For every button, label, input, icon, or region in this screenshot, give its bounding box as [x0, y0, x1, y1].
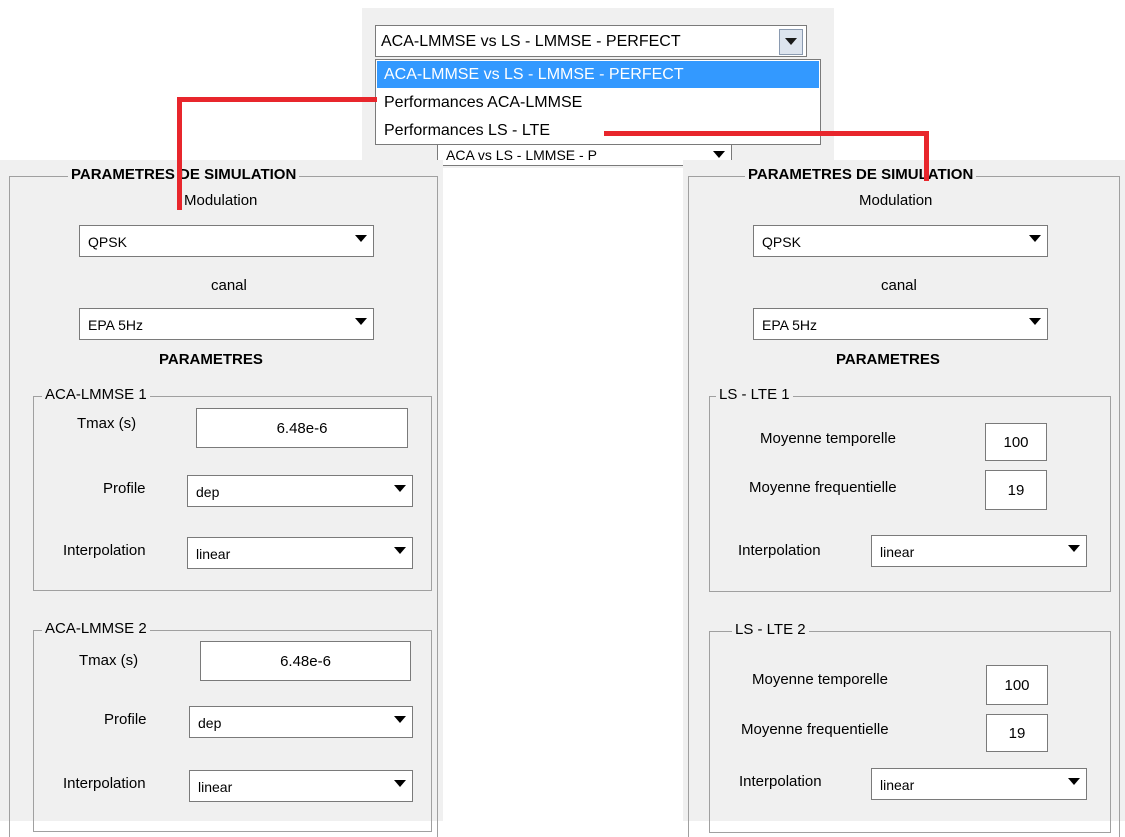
- aca-lmmse-2-title: ACA-LMMSE 2: [42, 620, 150, 637]
- ls-lte-1-title: LS - LTE 1: [716, 386, 793, 403]
- chevron-down-icon: [394, 716, 406, 723]
- chevron-down-icon: [785, 38, 797, 45]
- tmax-input[interactable]: 6.48e-6: [196, 408, 408, 448]
- canal-value: EPA 5Hz: [762, 317, 817, 333]
- chevron-down-icon: [355, 235, 367, 242]
- modulation-label: Modulation: [859, 192, 933, 209]
- dropdown-option[interactable]: Performances ACA-LMMSE: [377, 89, 819, 116]
- moyenne-frequentielle-input[interactable]: 19: [985, 470, 1047, 510]
- interpolation-label: Interpolation: [63, 775, 146, 792]
- left-panel-title: PARAMETRES DE SIMULATION: [68, 166, 300, 183]
- profile-select[interactable]: dep: [187, 475, 413, 507]
- modulation-select[interactable]: QPSK: [753, 225, 1048, 257]
- moyenne-temporelle-label: Moyenne temporelle: [752, 671, 888, 688]
- canal-label: canal: [211, 277, 247, 294]
- interpolation-label: Interpolation: [738, 542, 821, 559]
- dropdown-option[interactable]: ACA-LMMSE vs LS - LMMSE - PERFECT: [377, 61, 819, 88]
- chevron-down-icon: [394, 547, 406, 554]
- modulation-value: QPSK: [762, 234, 801, 250]
- profile-value: dep: [198, 715, 222, 731]
- interpolation-label: Interpolation: [739, 773, 822, 790]
- moyenne-frequentielle-label: Moyenne frequentielle: [749, 479, 897, 496]
- interpolation-select[interactable]: linear: [189, 770, 413, 802]
- chevron-down-icon: [713, 151, 725, 158]
- connector-line: [177, 97, 377, 102]
- ls-lte-2-title: LS - LTE 2: [732, 621, 809, 638]
- moyenne-frequentielle-label: Moyenne frequentielle: [741, 721, 889, 738]
- comparison-mode-value: ACA-LMMSE vs LS - LMMSE - PERFECT: [381, 33, 681, 50]
- chevron-down-icon: [394, 485, 406, 492]
- profile-label: Profile: [104, 711, 147, 728]
- connector-line: [604, 131, 929, 136]
- interpolation-select[interactable]: linear: [187, 537, 413, 569]
- tmax-value: 6.48e-6: [280, 653, 331, 670]
- right-panel-title: PARAMETRES DE SIMULATION: [745, 166, 977, 183]
- parametres-heading: PARAMETRES: [836, 351, 940, 368]
- chevron-down-icon: [1029, 235, 1041, 242]
- tmax-label: Tmax (s): [77, 415, 137, 432]
- interpolation-value: linear: [196, 546, 231, 562]
- tmax-input[interactable]: 6.48e-6: [200, 641, 411, 681]
- moyenne-temporelle-input[interactable]: 100: [986, 665, 1048, 705]
- profile-label: Profile: [103, 480, 146, 497]
- interpolation-label: Interpolation: [63, 542, 146, 559]
- aca-lmmse-1-title: ACA-LMMSE 1: [42, 386, 150, 403]
- interpolation-value: linear: [198, 779, 233, 795]
- moyenne-frequentielle-value: 19: [1008, 725, 1026, 742]
- dropdown-button[interactable]: [779, 29, 803, 55]
- moyenne-temporelle-value: 100: [1004, 677, 1030, 694]
- profile-value: dep: [196, 484, 220, 500]
- canal-select[interactable]: EPA 5Hz: [753, 308, 1048, 340]
- interpolation-select[interactable]: linear: [871, 535, 1087, 567]
- connector-line: [177, 97, 182, 210]
- modulation-value: QPSK: [88, 234, 127, 250]
- profile-select[interactable]: dep: [189, 706, 413, 738]
- chevron-down-icon: [394, 780, 406, 787]
- moyenne-frequentielle-value: 19: [1007, 482, 1025, 499]
- canal-select[interactable]: EPA 5Hz: [79, 308, 374, 340]
- interpolation-select[interactable]: linear: [871, 768, 1087, 800]
- chevron-down-icon: [1068, 778, 1080, 785]
- tmax-label: Tmax (s): [79, 652, 139, 669]
- modulation-label: Modulation: [184, 192, 258, 209]
- interpolation-value: linear: [880, 777, 915, 793]
- connector-line: [924, 131, 929, 181]
- comparison-mode-select[interactable]: ACA-LMMSE vs LS - LMMSE - PERFECT: [375, 25, 807, 57]
- moyenne-temporelle-value: 100: [1003, 434, 1029, 451]
- interpolation-value: linear: [880, 544, 915, 560]
- chevron-down-icon: [355, 318, 367, 325]
- tmax-value: 6.48e-6: [276, 420, 328, 437]
- canal-label: canal: [881, 277, 917, 294]
- chevron-down-icon: [1068, 545, 1080, 552]
- moyenne-temporelle-label: Moyenne temporelle: [760, 430, 896, 447]
- moyenne-temporelle-input[interactable]: 100: [985, 423, 1047, 461]
- modulation-select[interactable]: QPSK: [79, 225, 374, 257]
- moyenne-frequentielle-input[interactable]: 19: [986, 714, 1048, 752]
- parametres-heading: PARAMETRES: [159, 351, 263, 368]
- chevron-down-icon: [1029, 318, 1041, 325]
- secondary-mode-value: ACA vs LS - LMMSE - P: [446, 147, 597, 163]
- canal-value: EPA 5Hz: [88, 317, 143, 333]
